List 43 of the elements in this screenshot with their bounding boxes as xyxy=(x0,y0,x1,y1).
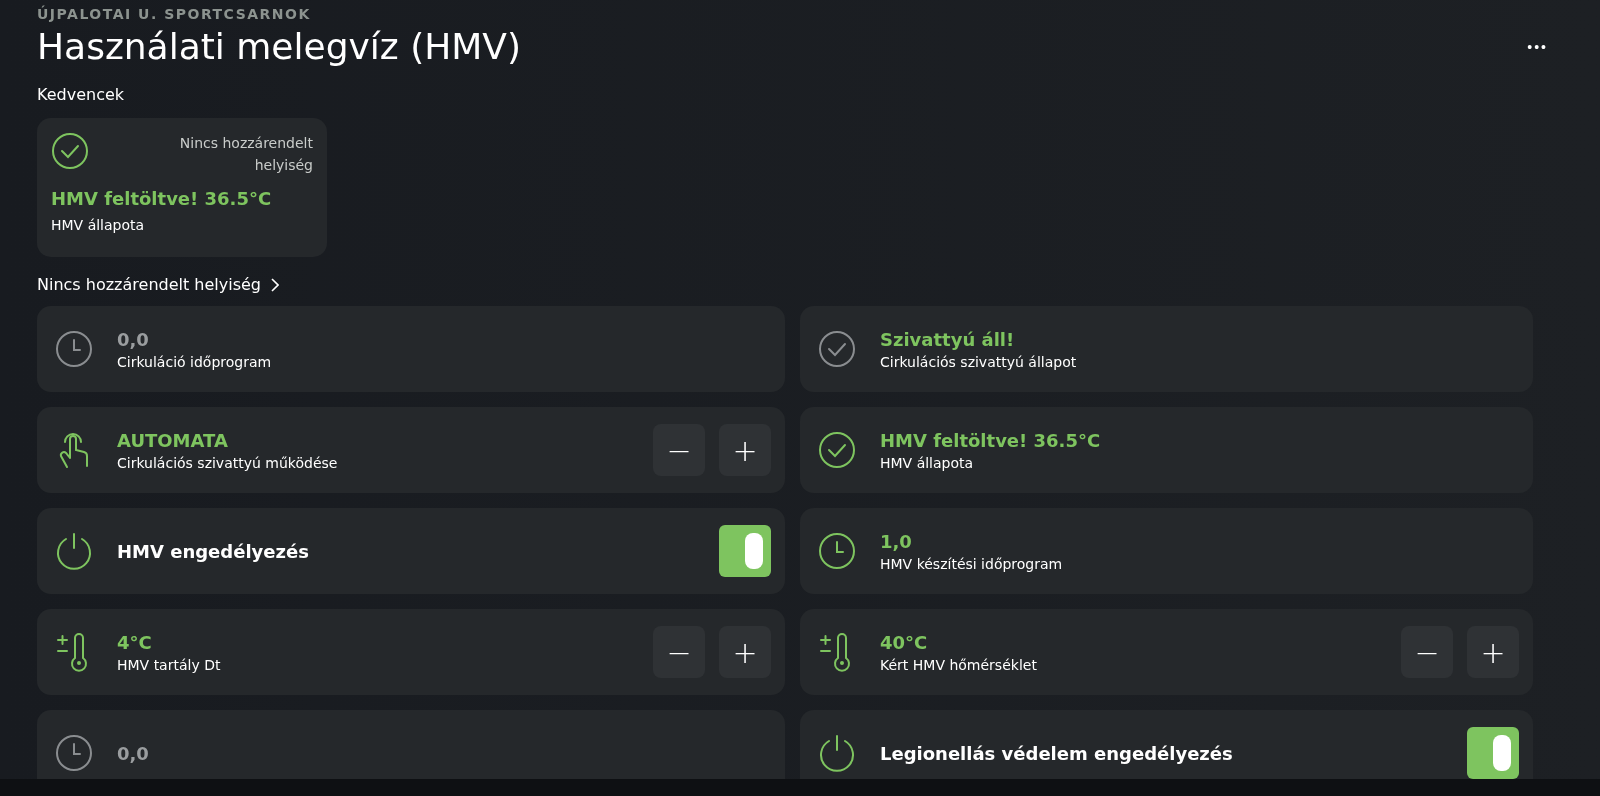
label-text: HMV állapota xyxy=(880,454,975,471)
label-text: Cirkuláció időprogram xyxy=(117,353,273,370)
clock-icon xyxy=(818,532,856,570)
label-text: HMV tartály Dt xyxy=(117,656,222,673)
value-text: 0,0 xyxy=(117,328,150,350)
value-text: AUTOMATA xyxy=(117,429,229,451)
decrease-button[interactable]: − xyxy=(653,424,705,476)
label-text: Cirkulációs szivattyú működése xyxy=(117,454,339,471)
more-menu-button[interactable]: ••• xyxy=(1523,34,1552,59)
toggle-switch[interactable] xyxy=(719,525,771,577)
section-title: Kedvencek xyxy=(37,85,125,104)
label-text: HMV engedélyezés xyxy=(117,540,310,562)
label-text: HMV készítési időprogram xyxy=(880,555,1064,572)
favorite-card[interactable]: Nincs hozzárendelt helyiség HMV feltöltve! 36.5°C HMV állapota xyxy=(37,118,327,257)
check-circle-icon xyxy=(818,330,856,368)
increase-button[interactable]: + xyxy=(719,626,771,678)
label-text: Legionellás védelem engedélyezés xyxy=(880,742,1234,764)
decrease-button[interactable]: − xyxy=(653,626,705,678)
increase-button[interactable]: + xyxy=(719,424,771,476)
value-text: HMV feltöltve! 36.5°C xyxy=(880,429,1102,451)
power-icon xyxy=(818,734,856,772)
room-text: Nincs hozzárendelt helyiség xyxy=(178,134,313,175)
label-text: Cirkulációs szivattyú állapot xyxy=(880,353,1078,370)
value-text: Szivattyú áll! xyxy=(880,328,1016,350)
value-text: 4°C xyxy=(117,631,153,653)
increase-button[interactable]: + xyxy=(1467,626,1519,678)
status-value: HMV feltöltve! 36.5°C xyxy=(51,188,273,209)
clock-icon xyxy=(55,734,93,772)
check-circle-icon xyxy=(51,132,89,170)
value-text: 0,0 xyxy=(117,742,150,764)
room-link[interactable]: Nincs hozzárendelt helyiség xyxy=(37,275,279,294)
clock-icon xyxy=(55,330,93,368)
value-text: 1,0 xyxy=(880,530,913,552)
check-circle-icon xyxy=(818,431,856,469)
status-label: HMV állapota xyxy=(51,217,146,233)
decrease-button[interactable]: − xyxy=(1401,626,1453,678)
label-text: Kért HMV hőmérséklet xyxy=(880,656,1038,673)
power-icon xyxy=(55,532,93,570)
page-title: Használati melegvíz (HMV) xyxy=(37,26,521,67)
value-text: 40°C xyxy=(880,631,929,653)
toggle-switch[interactable] xyxy=(1467,727,1519,779)
chevron-right-icon xyxy=(271,277,279,292)
site-name: ÚJPALOTAI U. SPORTCSARNOK xyxy=(37,6,312,22)
